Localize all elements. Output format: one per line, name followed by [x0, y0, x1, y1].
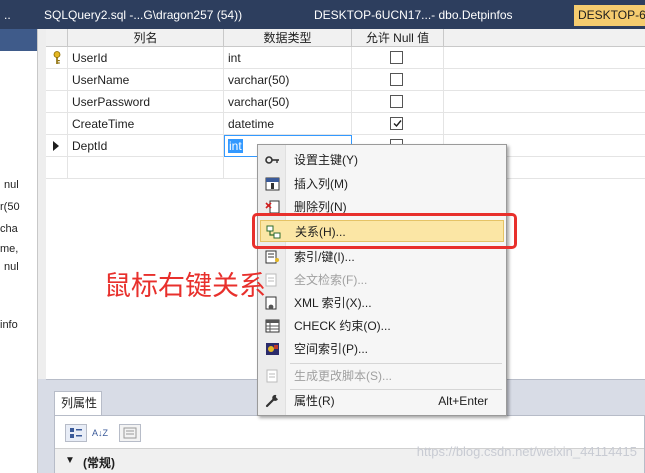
primary-key-icon: [53, 51, 61, 64]
allow-null-cell: [352, 69, 444, 91]
wrench-icon: [265, 394, 278, 408]
tab-column-properties[interactable]: 列属性: [54, 391, 102, 415]
current-row-arrow-icon: [53, 141, 59, 151]
xml-index-icon: [265, 296, 277, 310]
tab-active-designer[interactable]: DESKTOP-6: [574, 5, 645, 26]
menu-item-set-primary-key[interactable]: 设置主键(Y): [260, 149, 504, 171]
data-type-cell[interactable]: datetime: [224, 113, 352, 135]
annotation-highlight-box: [252, 213, 517, 249]
menu-item-indexes-keys[interactable]: 索引/键(I)...: [260, 246, 504, 268]
designer-gutter: [38, 29, 46, 379]
allow-null-cell: [352, 113, 444, 135]
menu-item-xml-index[interactable]: XML 索引(X)...: [260, 292, 504, 314]
menu-item-properties[interactable]: 属性(R) Alt+Enter: [260, 390, 504, 412]
column-name-cell[interactable]: UserName: [68, 69, 224, 91]
tab-sqlquery2[interactable]: SQLQuery2.sql -...G\dragon257 (54)): [44, 5, 302, 26]
column-name-cell[interactable]: UserPassword: [68, 91, 224, 113]
table-row[interactable]: UserName varchar(50): [46, 69, 645, 91]
explorer-text-line: nul: [4, 261, 19, 273]
header-row-selector: [46, 29, 68, 47]
menu-item-generate-change-script[interactable]: 生成更改脚本(S)...: [260, 365, 504, 387]
menu-item-spatial-index[interactable]: 空间索引(P)...: [260, 338, 504, 360]
row-selector[interactable]: [46, 157, 68, 179]
row-selector[interactable]: [46, 69, 68, 91]
row-selector[interactable]: [46, 91, 68, 113]
header-column-name: 列名: [68, 29, 224, 47]
menu-item-label: 空间索引(P)...: [294, 342, 368, 356]
spatial-index-icon: [266, 343, 279, 355]
allow-null-checkbox[interactable]: [390, 73, 403, 86]
menu-item-fulltext-index[interactable]: 全文检索(F)...: [260, 269, 504, 291]
data-type-cell[interactable]: varchar(50): [224, 69, 352, 91]
key-icon: [265, 156, 279, 164]
menu-item-label: 索引/键(I)...: [294, 250, 355, 264]
collapse-chevron-icon[interactable]: ▼: [65, 455, 75, 466]
object-explorer-panel: nul r(50 cha me, nul info: [0, 29, 38, 473]
fulltext-icon: [265, 273, 277, 287]
menu-item-label: 插入列(M): [294, 177, 348, 191]
explorer-text-line: me,: [0, 243, 19, 255]
column-name-cell[interactable]: UserId: [68, 47, 224, 69]
menu-item-shortcut: Alt+Enter: [438, 394, 488, 408]
tab-overflow[interactable]: ..: [4, 5, 24, 26]
delete-column-icon: [265, 200, 280, 214]
allow-null-cell: [352, 47, 444, 69]
tab-detpinfos[interactable]: DESKTOP-6UCN17...- dbo.Detpinfos: [314, 5, 564, 26]
data-type-cell[interactable]: int: [224, 47, 352, 69]
data-type-cell[interactable]: varchar(50): [224, 91, 352, 113]
column-name-cell[interactable]: CreateTime: [68, 113, 224, 135]
menu-item-label: 全文检索(F)...: [294, 273, 368, 287]
property-group-label: (常规): [83, 456, 115, 470]
allow-null-checkbox[interactable]: [390, 95, 403, 108]
property-pages-button[interactable]: [119, 424, 141, 442]
insert-column-icon: [265, 177, 280, 191]
alphabetical-sort-button[interactable]: A↓Z: [89, 424, 111, 442]
sort-az-icon: A↓Z: [91, 428, 108, 438]
allow-null-checkbox[interactable]: [390, 117, 403, 130]
header-allow-null: 允许 Null 值: [352, 29, 444, 47]
allow-null-checkbox[interactable]: [390, 51, 403, 64]
watermark: https://blog.csdn.net/weixin_44114415: [416, 444, 637, 459]
annotation-text: 鼠标右键关系: [104, 271, 266, 302]
checkmark-icon: [393, 120, 402, 128]
explorer-text-line: r(50: [0, 201, 20, 213]
header-data-type: 数据类型: [224, 29, 352, 47]
row-selector[interactable]: [46, 135, 68, 157]
context-menu: 设置主键(Y) 插入列(M) 删除列(N) 关系(H)... 索引/键(I)..…: [257, 144, 507, 416]
object-explorer-header: [0, 29, 37, 51]
column-name-cell[interactable]: DeptId: [68, 135, 224, 157]
categorized-view-button[interactable]: [65, 424, 87, 442]
menu-item-check-constraints[interactable]: CHECK 约束(O)...: [260, 315, 504, 337]
table-row[interactable]: UserId int: [46, 47, 645, 69]
index-key-icon: [265, 250, 279, 264]
property-pages-icon: [123, 427, 137, 439]
column-name-cell[interactable]: [68, 157, 224, 179]
menu-item-label: 设置主键(Y): [294, 153, 358, 167]
allow-null-cell: [352, 91, 444, 113]
document-tab-strip: .. SQLQuery2.sql -...G\dragon257 (54)) D…: [0, 0, 645, 29]
menu-item-label: CHECK 约束(O)...: [294, 319, 391, 333]
explorer-text-line: nul: [4, 179, 19, 191]
menu-item-label: XML 索引(X)...: [294, 296, 372, 310]
selected-type-text: int: [228, 139, 243, 153]
grid-header: 列名 数据类型 允许 Null 值: [46, 29, 645, 47]
generate-script-icon: [266, 369, 278, 383]
explorer-text-line: cha: [0, 223, 18, 235]
menu-item-insert-column[interactable]: 插入列(M): [260, 173, 504, 195]
table-row[interactable]: CreateTime datetime: [46, 113, 645, 135]
row-selector[interactable]: [46, 113, 68, 135]
menu-separator: [290, 363, 502, 364]
menu-item-label: 生成更改脚本(S)...: [294, 369, 392, 383]
check-constraint-icon: [265, 319, 280, 333]
row-selector[interactable]: [46, 47, 68, 69]
categorized-icon: [70, 428, 82, 438]
menu-item-label: 属性(R): [294, 394, 335, 408]
table-row[interactable]: UserPassword varchar(50): [46, 91, 645, 113]
explorer-text-line: info: [0, 319, 18, 331]
